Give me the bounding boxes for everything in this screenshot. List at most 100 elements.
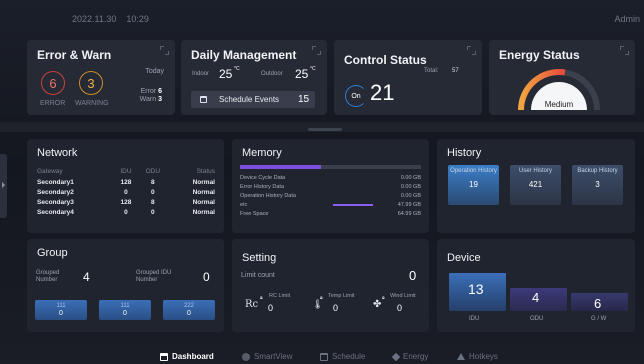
- lock-icon: 🔒︎: [260, 295, 263, 301]
- nav-energy[interactable]: Energy: [391, 352, 429, 361]
- status-cell: Normal: [192, 178, 215, 186]
- schedule-events-label: Schedule Events: [219, 95, 280, 104]
- memory-row: Free Space 64.99 GB: [240, 211, 421, 218]
- group-card[interactable]: 111 0: [99, 300, 151, 320]
- network-panel[interactable]: Network Gateway IDU ODU Status Secondary…: [27, 139, 224, 233]
- fan-icon: ✤: [373, 299, 382, 310]
- period-label: Today: [145, 68, 164, 75]
- error-summary-value: 6: [158, 88, 162, 95]
- odu-count: 4: [532, 290, 540, 305]
- group-card-label: 222: [183, 303, 194, 309]
- limit-count-label: Limit count: [241, 272, 275, 279]
- error-count[interactable]: 6: [41, 71, 65, 95]
- limit-count-value: 0: [409, 268, 417, 283]
- nav-dashboard[interactable]: Dashboard: [160, 352, 214, 361]
- column-header: Status: [196, 168, 215, 175]
- dashboard-icon: [160, 352, 168, 361]
- expand-icon[interactable]: [312, 46, 321, 55]
- status-cell: Normal: [192, 188, 215, 196]
- group-card-label: 111: [120, 303, 130, 309]
- indoor-unit: °C: [234, 66, 240, 72]
- error-warn-panel[interactable]: Error & Warn Today 6 3 ERROR WARNING Err…: [27, 40, 175, 115]
- nav-smartview[interactable]: SmartView: [242, 352, 293, 361]
- expand-icon[interactable]: [160, 46, 169, 55]
- history-title: History: [447, 147, 482, 159]
- memory-panel[interactable]: Memory Device Cycle Data 0.00 GB Error H…: [232, 139, 429, 233]
- history-card-label: Backup History: [577, 168, 618, 174]
- indoor-value: 25: [219, 67, 233, 81]
- nav-label: Hotkeys: [469, 352, 498, 361]
- operation-history-card[interactable]: Operation History 19: [448, 165, 499, 205]
- side-drawer-tab[interactable]: [0, 154, 7, 218]
- group-title: Group: [37, 247, 68, 259]
- on-status-ring: On: [345, 85, 367, 107]
- rc-icon: Rc: [245, 299, 259, 310]
- user-history-card[interactable]: User History 421: [510, 165, 561, 205]
- temp-limit-value: 0: [333, 303, 339, 313]
- energy-icon: [391, 352, 401, 361]
- energy-status-panel[interactable]: Energy Status Medium: [489, 40, 635, 115]
- outdoor-label: Outdoor: [261, 71, 283, 77]
- history-panel[interactable]: History Operation History 19 User Histor…: [437, 139, 635, 233]
- daily-management-panel[interactable]: Daily Management Indoor 25 °C Outdoor 25…: [181, 40, 327, 115]
- network-title: Network: [37, 147, 78, 159]
- error-label: ERROR: [40, 100, 66, 107]
- schedule-events-button[interactable]: Schedule Events 15: [191, 91, 315, 108]
- group-panel[interactable]: Group Grouped Number 4 Grouped IDU Numbe…: [27, 239, 224, 332]
- indoor-label: Indoor: [192, 71, 210, 77]
- memory-row-value: 0.00 GB: [400, 184, 421, 190]
- history-card-value: 421: [528, 180, 543, 189]
- gw-count: 6: [594, 296, 602, 311]
- idu-cell: 0: [124, 208, 128, 216]
- table-row[interactable]: Secondary3 128 8 Normal: [37, 197, 215, 207]
- memory-title: Memory: [242, 147, 282, 159]
- gw-label: G / W: [591, 316, 607, 322]
- table-row[interactable]: Secondary2 0 0 Normal: [37, 187, 215, 197]
- gateway-cell: Secondary2: [37, 188, 74, 196]
- history-card-label: Operation History: [450, 168, 497, 174]
- nav-hotkeys[interactable]: Hotkeys: [457, 352, 498, 361]
- memory-row-value: 47.99 GB: [397, 202, 421, 208]
- device-title: Device: [447, 252, 481, 264]
- control-status-panel[interactable]: Control Status Total: 57 On 21: [334, 40, 482, 115]
- memory-row: Error History Data 0.00 GB: [240, 184, 421, 191]
- group-card[interactable]: 222 0: [163, 300, 215, 320]
- total-label: Total:: [424, 68, 439, 74]
- energy-gauge: Medium: [518, 69, 600, 111]
- warning-count[interactable]: 3: [79, 71, 103, 95]
- memory-row-label: etc: [240, 202, 248, 208]
- setting-title: Setting: [242, 252, 277, 264]
- schedule-events-value: 15: [298, 94, 310, 105]
- user-name[interactable]: Admin: [614, 14, 640, 24]
- idu-count: 13: [468, 281, 484, 297]
- nav-label: Schedule: [332, 352, 366, 361]
- calendar-icon: [200, 96, 207, 103]
- gateway-cell: Secondary4: [37, 208, 74, 216]
- odu-cell: 8: [151, 178, 155, 186]
- nav-label: Dashboard: [172, 352, 214, 361]
- grouped-idu-label: Grouped IDU Number: [136, 270, 172, 283]
- group-card[interactable]: 111 0: [35, 300, 87, 320]
- odu-cell: 8: [151, 198, 155, 206]
- memory-row-value: 0.00 GB: [400, 175, 421, 181]
- wind-limit-value: 0: [397, 303, 403, 313]
- setting-panel[interactable]: Setting Limit count 0 Rc 🔒︎ RC Limit 0 🌡…: [232, 239, 429, 332]
- group-card-label: 111: [56, 303, 66, 309]
- odu-cell: 0: [151, 188, 155, 196]
- expand-icon[interactable]: [467, 46, 476, 55]
- date-text: 2022.11.30: [72, 14, 117, 24]
- control-status-title: Control Status: [344, 53, 427, 67]
- rc-limit-value: 0: [268, 303, 274, 313]
- nav-schedule[interactable]: Schedule: [320, 352, 365, 361]
- expand-icon[interactable]: [620, 46, 629, 55]
- backup-history-card[interactable]: Backup History 3: [572, 165, 623, 205]
- energy-level: Medium: [545, 100, 574, 109]
- nav-label: Energy: [403, 352, 429, 361]
- odu-cell: 0: [151, 208, 155, 216]
- network-header-row: Gateway IDU ODU Status: [37, 166, 215, 177]
- table-row[interactable]: Secondary1 128 8 Normal: [37, 177, 215, 187]
- table-row[interactable]: Secondary4 0 0 Normal: [37, 207, 215, 217]
- collapse-handle[interactable]: [308, 128, 342, 131]
- device-panel[interactable]: Device 13 4 6 IDU ODU G / W: [437, 239, 635, 332]
- memory-row: etc 47.99 GB: [240, 202, 421, 209]
